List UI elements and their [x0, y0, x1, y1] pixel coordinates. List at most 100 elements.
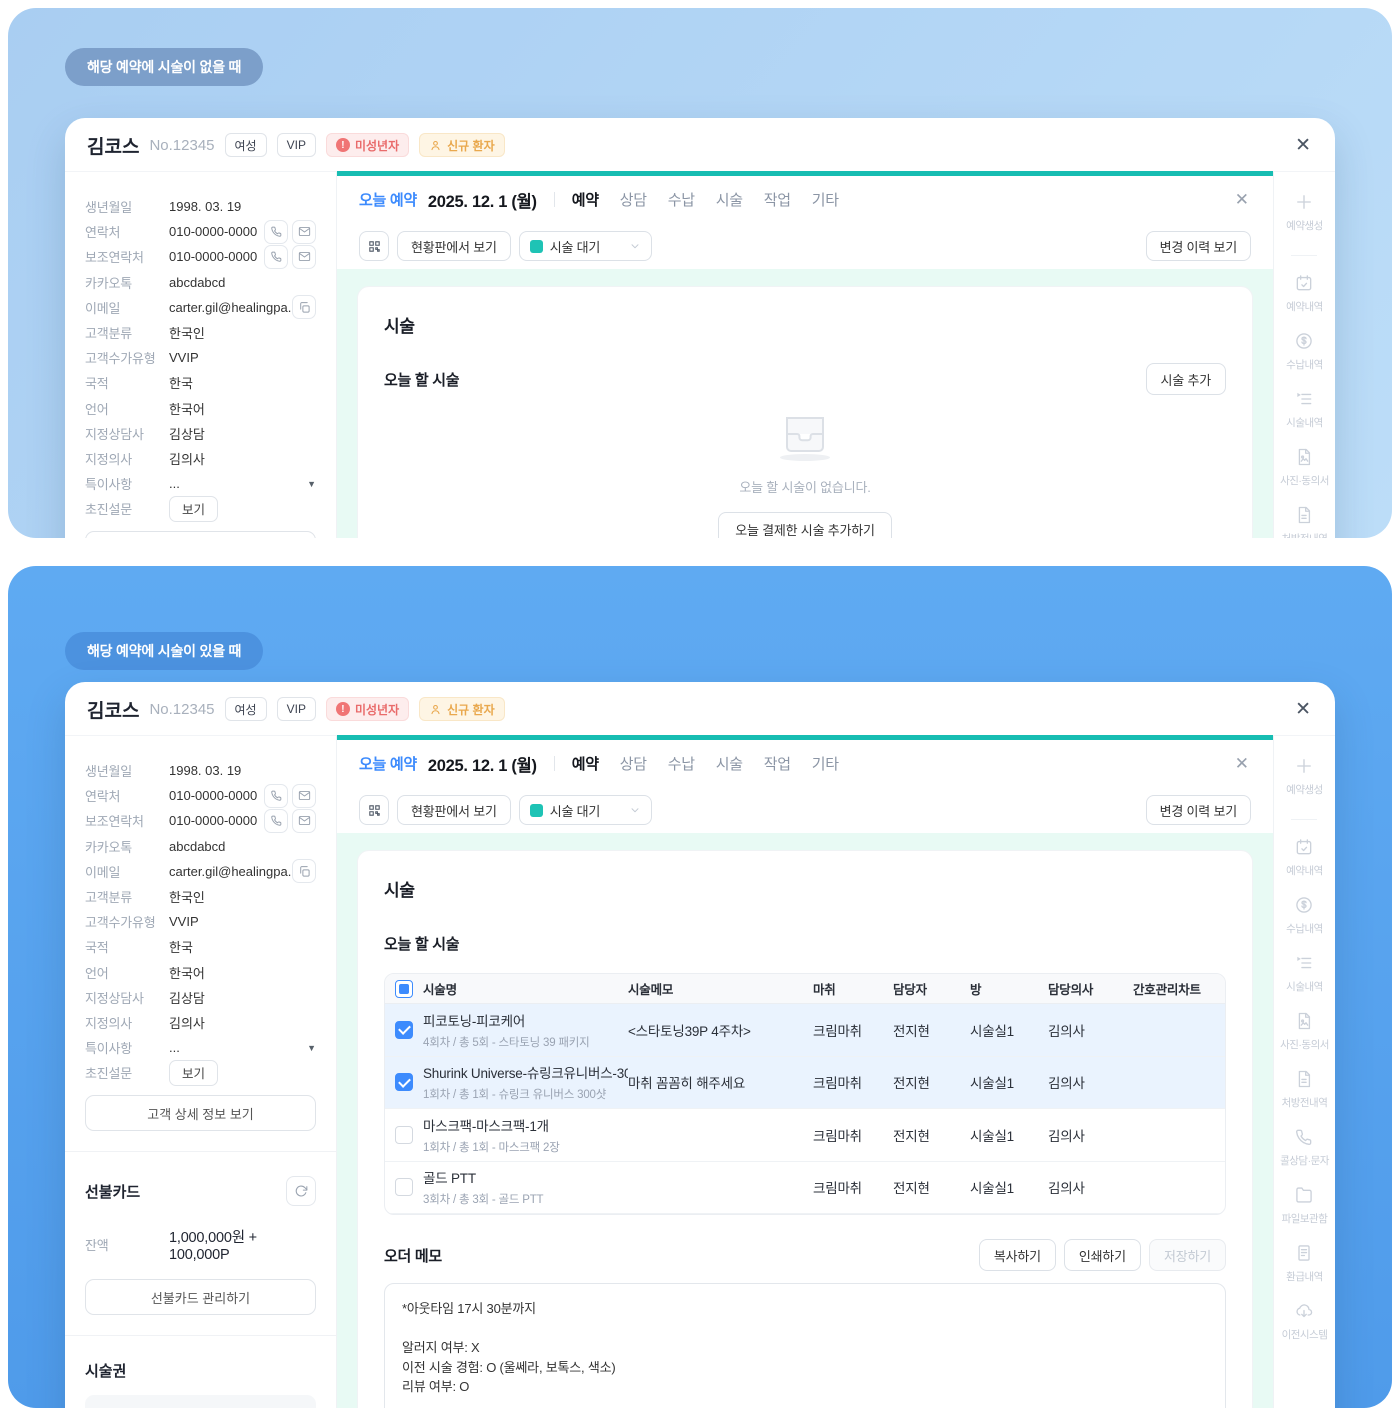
table-row[interactable]: 골드 PTT 3회차 / 총 3회 - 골드 PTT 크림마취 전지현 시술실1… — [385, 1162, 1225, 1214]
tab-work[interactable]: 작업 — [764, 189, 791, 210]
tab-etc[interactable]: 기타 — [812, 189, 839, 210]
empty-state: 오늘 할 시술이 없습니다. 오늘 결제한 시술 추가하기 — [384, 395, 1226, 538]
ribbon-item[interactable]: 사진·동의서 — [1280, 1011, 1329, 1052]
order-memo-textarea[interactable]: *아웃타임 17시 30분까지 알러지 여부: X 이전 시술 경험: O (울… — [384, 1283, 1226, 1408]
message-button[interactable] — [292, 219, 316, 244]
customer-detail-button[interactable]: 고객 상세 정보 보기 — [85, 1095, 316, 1132]
procedure-ticket-item[interactable]: 감사 이벤트) 튤라이너 + 슬렌더핏 1cc — [85, 1395, 316, 1408]
ribbon-item[interactable]: 파일보관함 — [1280, 1185, 1329, 1226]
today-procedure-title: 오늘 할 시술 — [384, 371, 460, 389]
qr-grid-button[interactable] — [359, 231, 389, 261]
ribbon-item[interactable]: 예약내역 — [1280, 837, 1329, 878]
call-button[interactable] — [264, 783, 288, 808]
copy-memo-button[interactable]: 복사하기 — [978, 1239, 1056, 1271]
person-icon — [429, 139, 442, 152]
status-select[interactable]: 시술 대기 — [518, 231, 652, 261]
tab-reservation[interactable]: 예약 — [572, 753, 599, 774]
modal-close-button[interactable]: ✕ — [1293, 698, 1313, 721]
tab-bar: 오늘 예약 2025. 12. 1 (월) 예약 상담 수납 시술 작업 기타 … — [337, 740, 1273, 787]
save-memo-button[interactable]: 저장하기 — [1148, 1239, 1226, 1271]
profile-field-row: 고객분류 한국인 ▼ 한국인 — [85, 884, 316, 909]
add-paid-procedure-button[interactable]: 오늘 결제한 시술 추가하기 — [718, 512, 892, 538]
tab-consult[interactable]: 상담 — [620, 753, 647, 774]
call-button[interactable] — [264, 219, 288, 244]
today-reservation-link[interactable]: 오늘 예약 — [359, 753, 417, 774]
procedure-session-detail: 3회차 / 총 3회 - 골드 PTT — [423, 1194, 544, 1207]
ribbon-item[interactable]: 예약생성 — [1280, 756, 1329, 820]
board-view-button[interactable]: 현황판에서 보기 — [397, 795, 511, 825]
copy-button[interactable] — [292, 295, 316, 320]
field-value: 010-0000-0000 — [169, 249, 258, 265]
tab-close-button[interactable]: ✕ — [1233, 189, 1251, 210]
row-checkbox[interactable] — [395, 1073, 413, 1092]
calendar-check-icon — [1294, 273, 1314, 293]
change-history-button[interactable]: 변경 이력 보기 — [1145, 795, 1251, 825]
copy-button[interactable] — [292, 859, 316, 884]
ribbon-item[interactable]: 예약생성 — [1280, 192, 1329, 256]
call-button[interactable] — [264, 244, 288, 269]
qr-grid-button[interactable] — [359, 795, 389, 825]
ribbon-item[interactable]: 처방전내역 — [1280, 1069, 1329, 1110]
message-button[interactable] — [292, 783, 316, 808]
caret-down-icon[interactable]: ▼ — [307, 1043, 316, 1053]
table-row[interactable]: Shurink Universe-슈링크유니버스-30 1회차 / 총 1회 -… — [385, 1056, 1225, 1109]
ribbon-item[interactable]: 처방전내역 — [1280, 505, 1329, 538]
call-button[interactable] — [264, 808, 288, 833]
ribbon-item[interactable]: 예약내역 — [1280, 273, 1329, 314]
tab-procedure[interactable]: 시술 — [716, 753, 743, 774]
profile-field-row: 이메일 carter.gil@healingpa... ▼ carter.gil… — [85, 295, 316, 320]
message-button[interactable] — [292, 808, 316, 833]
content-area: 시술 오늘 할 시술 시술 추가 오늘 할 시술이 없습니다. 오늘 결제한 시… — [337, 269, 1273, 538]
tab-payment[interactable]: 수납 — [668, 753, 695, 774]
field-label: 지정의사 — [85, 451, 133, 467]
tab-work[interactable]: 작업 — [764, 753, 791, 774]
survey-view-button[interactable]: 보기 — [169, 495, 219, 522]
message-button[interactable] — [292, 244, 316, 269]
caret-down-icon[interactable]: ▼ — [307, 479, 316, 489]
board-view-button[interactable]: 현황판에서 보기 — [397, 231, 511, 261]
anesthesia: 크림마취 — [813, 1076, 862, 1092]
select-all-checkbox[interactable] — [395, 979, 413, 998]
change-history-button[interactable]: 변경 이력 보기 — [1145, 231, 1251, 261]
procedure-name: 마스크팩-마스크팩-1개 — [423, 1118, 549, 1134]
ribbon-item[interactable]: 시술내역 — [1280, 389, 1329, 430]
prescription-icon — [1294, 1069, 1314, 1089]
refresh-button[interactable] — [286, 1176, 316, 1207]
field-value: ... — [169, 1040, 180, 1056]
profile-field-row: 이메일 carter.gil@healingpa... ▼ carter.gil… — [85, 859, 316, 884]
table-row[interactable]: 마스크팩-마스크팩-1개 1회차 / 총 1회 - 마스크팩 2장 크림마취 전… — [385, 1109, 1225, 1162]
tab-payment[interactable]: 수납 — [668, 189, 695, 210]
row-checkbox[interactable] — [395, 1125, 413, 1144]
add-procedure-button[interactable]: 시술 추가 — [1145, 363, 1226, 395]
table-row[interactable]: 피코토닝-피코케어 4회차 / 총 5회 - 스타토닝 39 패키지 <스타토닝… — [385, 1004, 1225, 1057]
column-header: 간호관리차트 — [1133, 983, 1201, 997]
tab-procedure[interactable]: 시술 — [716, 189, 743, 210]
tab-reservation[interactable]: 예약 — [572, 189, 599, 210]
ribbon-item[interactable]: 시술내역 — [1280, 953, 1329, 994]
ribbon-item[interactable]: 환급내역 — [1280, 1243, 1329, 1284]
tab-consult[interactable]: 상담 — [620, 189, 647, 210]
row-checkbox[interactable] — [395, 1020, 413, 1039]
ribbon-item[interactable]: 콜상담·문자 — [1280, 1127, 1329, 1168]
field-value: carter.gil@healingpa... — [169, 863, 292, 879]
profile-field-row: 초진설문 보기 ▼ 보기 — [85, 495, 316, 522]
section-title: 시술 — [384, 317, 415, 336]
field-label: 국적 — [85, 940, 109, 956]
tab-close-button[interactable]: ✕ — [1233, 753, 1251, 774]
today-reservation-link[interactable]: 오늘 예약 — [359, 189, 417, 210]
modal-close-button[interactable]: ✕ — [1293, 134, 1313, 157]
manage-prepaid-button[interactable]: 선불카드 관리하기 — [85, 1279, 316, 1316]
ribbon-item[interactable]: 수납내역 — [1280, 331, 1329, 372]
column-header: 방 — [970, 983, 982, 997]
ribbon-item[interactable]: 사진·동의서 — [1280, 447, 1329, 488]
status-select[interactable]: 시술 대기 — [518, 795, 652, 825]
survey-view-button[interactable]: 보기 — [169, 1059, 219, 1086]
column-header: 마취 — [813, 983, 836, 997]
ribbon-item[interactable]: 이전시스템 — [1280, 1301, 1329, 1342]
field-label: 초진설문 — [85, 502, 133, 518]
row-checkbox[interactable] — [395, 1178, 413, 1197]
ribbon-item[interactable]: 수납내역 — [1280, 895, 1329, 936]
customer-detail-button[interactable]: 고객 상세 정보 보기 — [85, 531, 316, 538]
print-memo-button[interactable]: 인쇄하기 — [1063, 1239, 1141, 1271]
tab-etc[interactable]: 기타 — [812, 753, 839, 774]
